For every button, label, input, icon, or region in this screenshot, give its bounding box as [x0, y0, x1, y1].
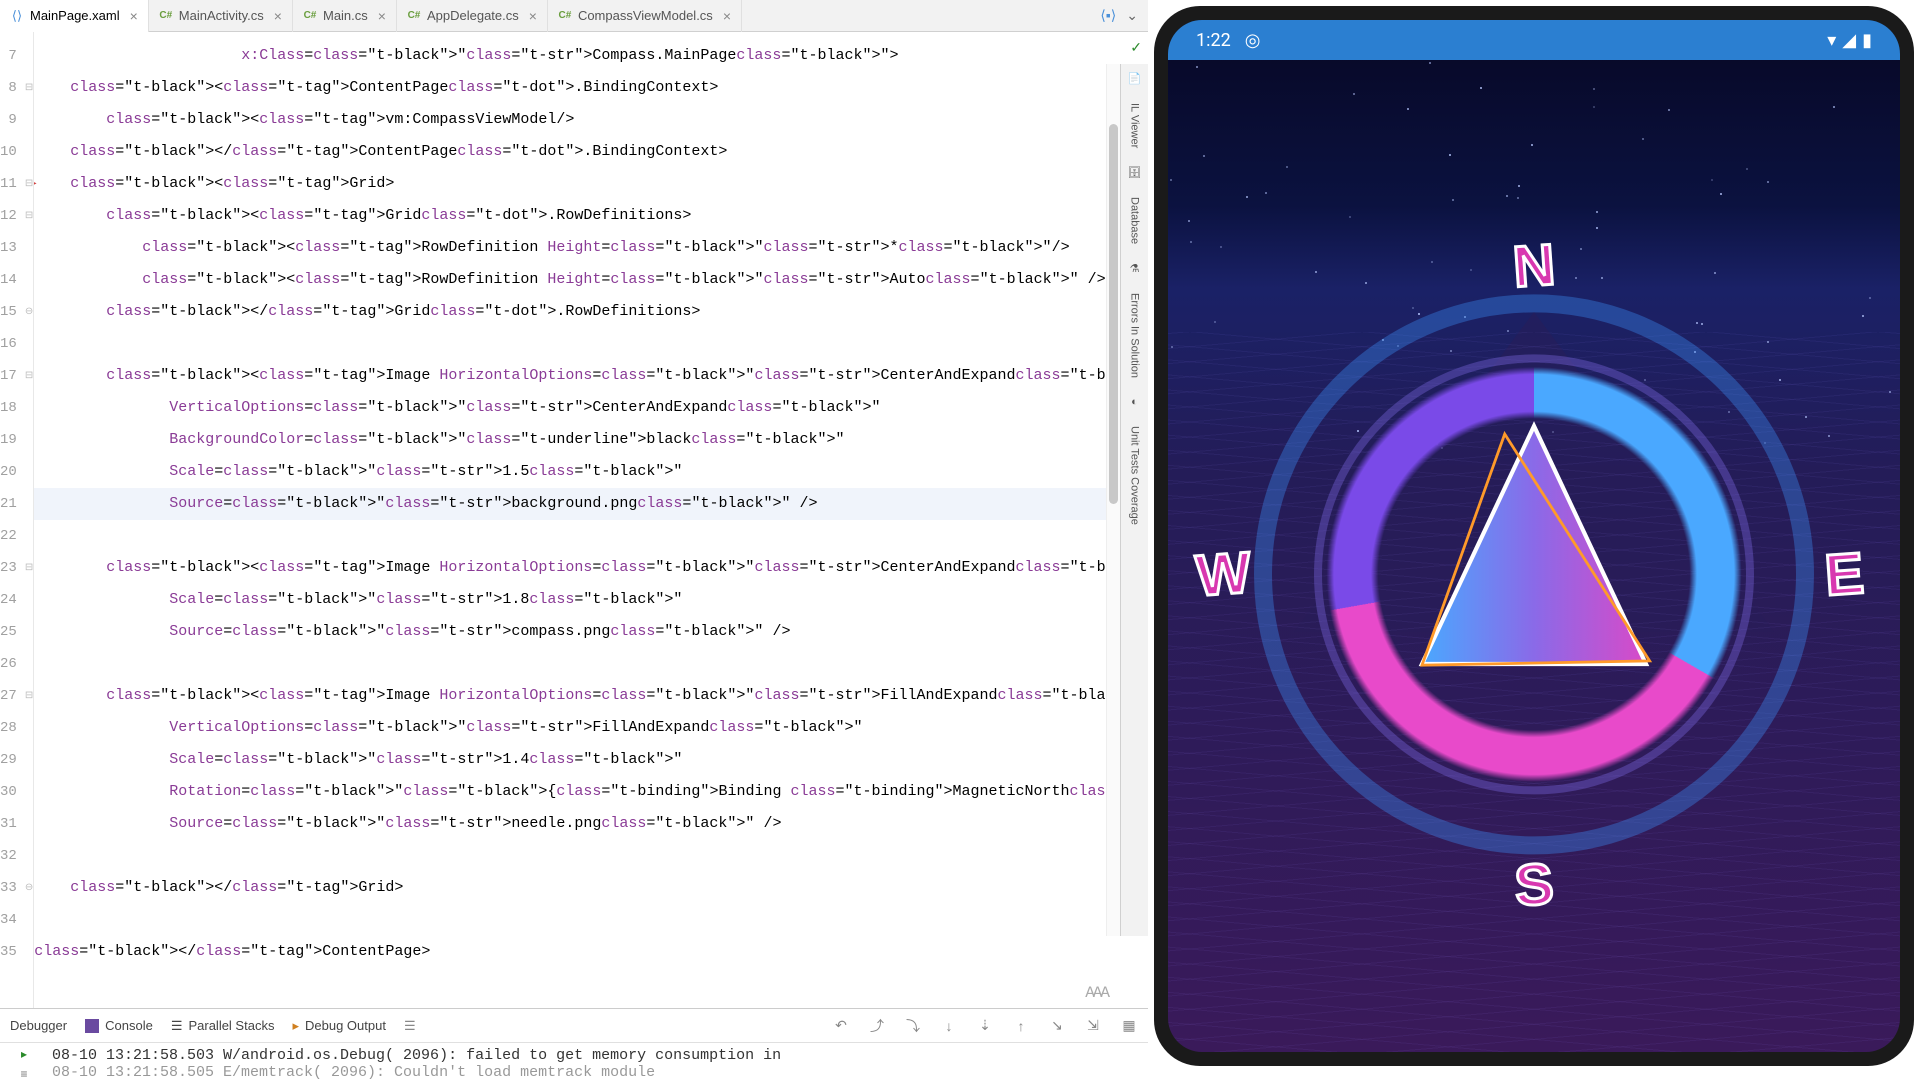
debug-tab-label: Console — [105, 1018, 153, 1033]
tab-mainpage-xaml[interactable]: ⟨⟩ MainPage.xaml × — [0, 0, 149, 32]
font-size-icon[interactable]: AAA — [1085, 984, 1108, 1002]
csharp-icon: C# — [407, 9, 421, 23]
output-icon: ▸ — [292, 1018, 299, 1034]
tab-label: MainActivity.cs — [179, 8, 264, 23]
code-editor[interactable]: ✓ 78910111213141516171819202122232425262… — [0, 32, 1148, 1008]
close-icon[interactable]: × — [378, 8, 386, 24]
editor-tab-bar: ⟨⟩ MainPage.xaml × C# MainActivity.cs × … — [0, 0, 1148, 32]
coverage-icon: ◐ — [1131, 396, 1138, 408]
close-icon[interactable]: × — [529, 8, 537, 24]
step-over-icon[interactable]: ↘ — [1048, 1017, 1066, 1035]
compass-needle — [1384, 412, 1684, 692]
debug-panel: ↻ Debugger Console ☰Parallel Stacks ▸Deb… — [0, 1008, 1148, 1080]
debug-tab-label: Debugger — [10, 1018, 67, 1033]
tab-label: CompassViewModel.cs — [578, 8, 713, 23]
tab-mainactivity[interactable]: C# MainActivity.cs × — [149, 0, 293, 32]
dir-south: S — [1512, 850, 1555, 920]
code-body[interactable]: x:Class=class="t-black">"class="t-str">C… — [34, 32, 1148, 1008]
close-icon[interactable]: × — [723, 8, 731, 24]
fold-column: ⊟⊟⊟⊖⊟⊟⊟⊖ — [25, 32, 34, 1008]
right-tool-sidebar: 📄 IL Viewer 🗄 Database ⚗ Errors In Solut… — [1120, 64, 1148, 936]
tab-main[interactable]: C# Main.cs × — [293, 0, 397, 32]
panel-database[interactable]: Database — [1127, 191, 1143, 250]
tab-label: MainPage.xaml — [30, 8, 120, 23]
play-icon[interactable]: ▸ — [16, 1047, 32, 1062]
compass: N S E W — [1214, 254, 1854, 894]
debug-tab-stacks[interactable]: ☰ Parallel Stacks — [171, 1018, 275, 1034]
xaml-icon: ⟨⟩ — [10, 9, 24, 23]
close-icon[interactable]: × — [274, 8, 282, 24]
database-icon: 🗄 — [1128, 166, 1142, 179]
debug-output-line: 08-10 13:21:58.503 W/android.os.Debug( 2… — [52, 1047, 1136, 1064]
tab-label: AppDelegate.cs — [427, 8, 519, 23]
panel-coverage[interactable]: Unit Tests Coverage — [1127, 420, 1143, 531]
down-arrow-icon[interactable]: ↓ — [940, 1017, 958, 1035]
csharp-icon: C# — [159, 9, 173, 23]
flask-icon: ⚗ — [1130, 262, 1140, 275]
dir-east: E — [1823, 540, 1866, 610]
console-icon — [85, 1019, 99, 1033]
debug-tab-console[interactable]: Console — [85, 1018, 153, 1033]
csharp-icon: C# — [558, 9, 572, 23]
lines-icon[interactable]: ≡ — [16, 1068, 32, 1080]
calc-icon[interactable]: ▦ — [1120, 1017, 1138, 1035]
app-badge-icon: ◎ — [1245, 30, 1261, 51]
battery-icon: ▮ — [1862, 30, 1872, 51]
panel-errors[interactable]: Errors In Solution — [1127, 287, 1143, 384]
tab-nav-target-icon[interactable]: ⟨▪⟩ — [1100, 7, 1116, 24]
android-status-bar: 1:22 ◎ ▾ ◢ ▮ — [1168, 20, 1900, 60]
step-into-icon[interactable]: ⇲ — [1084, 1017, 1102, 1035]
emulator-pane: 1:22 ◎ ▾ ◢ ▮ — [1148, 0, 1920, 1080]
signal-icon: ◢ — [1842, 30, 1856, 51]
step-back-icon[interactable]: ↶ — [832, 1017, 850, 1035]
device-screen[interactable]: 1:22 ◎ ▾ ◢ ▮ — [1168, 20, 1900, 1052]
debug-tab-debugger[interactable]: Debugger — [10, 1018, 67, 1033]
tab-appdelegate[interactable]: C# AppDelegate.cs × — [397, 0, 548, 32]
step-alt-icon[interactable]: ⤵ — [904, 1017, 922, 1035]
tab-label: Main.cs — [323, 8, 368, 23]
debug-tab-bar: ↻ Debugger Console ☰Parallel Stacks ▸Deb… — [0, 1009, 1148, 1043]
debug-tab-label: Parallel Stacks — [188, 1018, 274, 1033]
debug-output[interactable]: ▸ ≡ 08-10 13:21:58.503 W/android.os.Debu… — [0, 1043, 1148, 1080]
device-frame: 1:22 ◎ ▾ ◢ ▮ — [1154, 6, 1914, 1066]
tab-compassviewmodel[interactable]: C# CompassViewModel.cs × — [548, 0, 742, 32]
step-up-icon[interactable]: ⤴ — [868, 1017, 886, 1035]
csharp-icon: C# — [303, 9, 317, 23]
scrollbar-thumb[interactable] — [1109, 124, 1118, 504]
il-viewer-icon: 📄 — [1128, 72, 1142, 85]
dir-north: N — [1511, 231, 1557, 301]
wifi-icon: ▾ — [1827, 30, 1836, 51]
dir-west: W — [1194, 539, 1253, 610]
debug-tab-label: Debug Output — [305, 1018, 386, 1033]
ide-pane: ⟨⟩ MainPage.xaml × C# MainActivity.cs × … — [0, 0, 1148, 1080]
stacks-icon: ☰ — [171, 1018, 183, 1034]
status-time: 1:22 — [1196, 30, 1231, 51]
close-icon[interactable]: × — [130, 8, 138, 24]
list-icon[interactable]: ☰ — [404, 1018, 416, 1034]
debug-tab-output[interactable]: ▸ Debug Output — [292, 1018, 385, 1034]
debug-output-line: 08-10 13:21:58.505 E/memtrack( 2096): Co… — [52, 1064, 1136, 1080]
up-arrow-icon[interactable]: ↑ — [1012, 1017, 1030, 1035]
line-number-gutter: 7891011121314151617181920212223242526272… — [0, 32, 25, 1008]
panel-il-viewer[interactable]: IL Viewer — [1127, 97, 1143, 154]
chevron-down-icon[interactable]: ⌄ — [1126, 7, 1138, 24]
down-line-icon[interactable]: ⇣ — [976, 1017, 994, 1035]
editor-scrollbar[interactable] — [1106, 64, 1120, 936]
